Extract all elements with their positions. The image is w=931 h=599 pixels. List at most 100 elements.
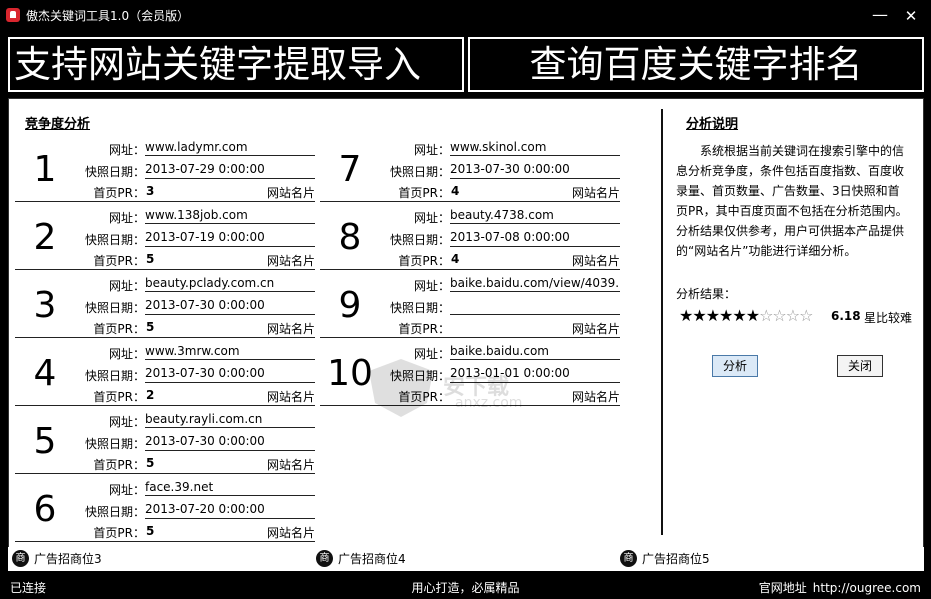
snapshot-label: 快照日期：	[389, 233, 450, 247]
difficulty-stars: ★★★★★★☆☆☆☆	[679, 306, 813, 325]
panel-divider	[661, 109, 663, 535]
website-label: 官网地址	[758, 581, 807, 595]
star-filled-icon: ★	[679, 306, 693, 325]
url-label: 网址：	[108, 415, 145, 429]
snapshot-value: 2013-07-30 0:00:00	[145, 365, 315, 383]
snapshot-value: 2013-07-30 0:00:00	[145, 297, 315, 315]
snapshot-label: 快照日期：	[389, 301, 450, 315]
ad-slot-3[interactable]: 商广告招商位3	[12, 550, 102, 567]
merchant-icon: 商	[620, 550, 637, 567]
banner-baidu-ranking[interactable]: 查询百度关键字排名	[468, 37, 924, 92]
star-empty-icon: ☆	[785, 306, 800, 325]
url-value: beauty.pclady.com.cn	[145, 275, 315, 292]
ranking-item: 4 网址： www.3mrw.com 快照日期： 2013-07-30 0:00:00 首…	[15, 341, 315, 406]
ad-slot-5[interactable]: 商广告招商位5	[620, 550, 710, 567]
pr-value: 5	[146, 524, 155, 538]
snapshot-label: 快照日期：	[84, 301, 145, 315]
rank-number: 5	[33, 421, 57, 462]
url-value: baike.baidu.com/view/4039.	[450, 276, 620, 292]
snapshot-label: 快照日期：	[389, 165, 450, 179]
rank-number: 2	[33, 217, 57, 258]
app-icon	[6, 8, 20, 22]
pr-label: 首页PR：	[93, 526, 145, 540]
watermark-subtext: anxz.com	[455, 395, 523, 411]
close-window-button[interactable]: ✕	[898, 6, 924, 26]
result-label: 分析结果：	[676, 287, 737, 301]
snapshot-label: 快照日期：	[84, 505, 145, 519]
snapshot-value: 2013-07-19 0:00:00	[145, 229, 315, 247]
url-value: face.39.net	[145, 479, 315, 496]
analyze-button[interactable]: 分析	[712, 355, 758, 377]
url-label: 网址：	[413, 143, 450, 157]
close-button[interactable]: 关闭	[837, 355, 883, 377]
difficulty-score: 6.18	[831, 309, 861, 323]
site-card-link[interactable]: 网站名片	[267, 252, 315, 269]
pr-label: 首页PR：	[398, 322, 450, 336]
ranking-item: 8 网址： beauty.4738.com 快照日期： 2013-07-08 0:00:…	[320, 205, 620, 270]
ad-bar: 商广告招商位3 商广告招商位4 商广告招商位5	[8, 547, 924, 571]
url-label: 网址：	[413, 279, 450, 293]
title-bar: 傲杰关键词工具1.0（会员版） — ✕	[0, 0, 931, 32]
status-bar: 已连接 用心打造，必属精品 官网地址 http://ougree.com	[0, 573, 931, 599]
pr-label: 首页PR：	[398, 254, 450, 268]
site-card-link[interactable]: 网站名片	[572, 184, 620, 201]
ranking-item: 2 网址： www.138job.com 快照日期： 2013-07-19 0:00:0…	[15, 205, 315, 270]
snapshot-value: 2013-07-08 0:00:00	[450, 229, 620, 247]
main-panel: 竞争度分析 1 网址： www.ladymr.com 快照日期： 2013-07-29 …	[8, 98, 924, 548]
url-label: 网址：	[108, 279, 145, 293]
merchant-icon: 商	[12, 550, 29, 567]
url-label: 网址：	[108, 143, 145, 157]
banner-keyword-import[interactable]: 支持网站关键字提取导入	[8, 37, 464, 92]
site-card-link[interactable]: 网站名片	[267, 388, 315, 405]
pr-value: 5	[146, 320, 155, 334]
url-value: www.3mrw.com	[145, 343, 315, 360]
site-card-link[interactable]: 网站名片	[267, 320, 315, 337]
ad-slot-4[interactable]: 商广告招商位4	[316, 550, 406, 567]
pr-label: 首页PR：	[398, 186, 450, 200]
snapshot-value: 2013-07-30 0:00:00	[145, 433, 315, 451]
site-card-link[interactable]: 网站名片	[267, 524, 315, 541]
star-filled-icon: ★	[719, 306, 733, 325]
rank-number: 7	[338, 149, 362, 190]
ad-label: 广告招商位5	[642, 552, 710, 566]
pr-value: 2	[146, 388, 155, 402]
site-card-link[interactable]: 网站名片	[572, 320, 620, 337]
site-card-link[interactable]: 网站名片	[267, 456, 315, 473]
minimize-button[interactable]: —	[862, 6, 898, 26]
ranking-item: 5 网址： beauty.rayli.com.cn 快照日期： 2013-07-30 0…	[15, 409, 315, 474]
merchant-icon: 商	[316, 550, 333, 567]
watermark-shield-icon	[369, 359, 433, 417]
star-empty-icon: ☆	[799, 306, 813, 325]
url-value: www.ladymr.com	[145, 139, 315, 156]
url-label: 网址：	[413, 211, 450, 225]
site-card-link[interactable]: 网站名片	[572, 252, 620, 269]
url-value: beauty.4738.com	[450, 207, 620, 224]
star-empty-icon: ☆	[759, 306, 773, 325]
pr-value: 3	[146, 184, 155, 198]
site-card-link[interactable]: 网站名片	[572, 388, 620, 405]
rank-number: 8	[338, 217, 362, 258]
snapshot-value: 2013-07-29 0:00:00	[145, 161, 315, 179]
pr-label: 首页PR：	[93, 254, 145, 268]
rank-number: 3	[33, 285, 57, 326]
analysis-description: 系统根据当前关键词在搜索引擎中的信息分析竞争度，条件包括百度指数、百度收录量、首…	[676, 144, 908, 258]
star-filled-icon: ★	[745, 306, 760, 325]
pr-value: 4	[451, 184, 460, 198]
url-label: 网址：	[108, 483, 145, 497]
ranking-item: 1 网址： www.ladymr.com 快照日期： 2013-07-29 0:00:0…	[15, 137, 315, 202]
pr-label: 首页PR：	[93, 186, 145, 200]
rank-number: 9	[338, 285, 362, 326]
ad-label: 广告招商位4	[338, 552, 406, 566]
snapshot-label: 快照日期：	[84, 233, 145, 247]
website-link[interactable]: http://ougree.com	[813, 581, 921, 595]
site-card-link[interactable]: 网站名片	[267, 184, 315, 201]
star-filled-icon: ★	[692, 306, 706, 325]
url-value: baike.baidu.com	[450, 343, 620, 360]
snapshot-label: 快照日期：	[84, 369, 145, 383]
url-label: 网址：	[108, 347, 145, 361]
rank-number: 4	[33, 353, 57, 394]
competition-title: 竞争度分析	[25, 117, 91, 132]
snapshot-value	[450, 297, 620, 315]
star-filled-icon: ★	[732, 306, 746, 325]
pr-label: 首页PR：	[93, 390, 145, 404]
